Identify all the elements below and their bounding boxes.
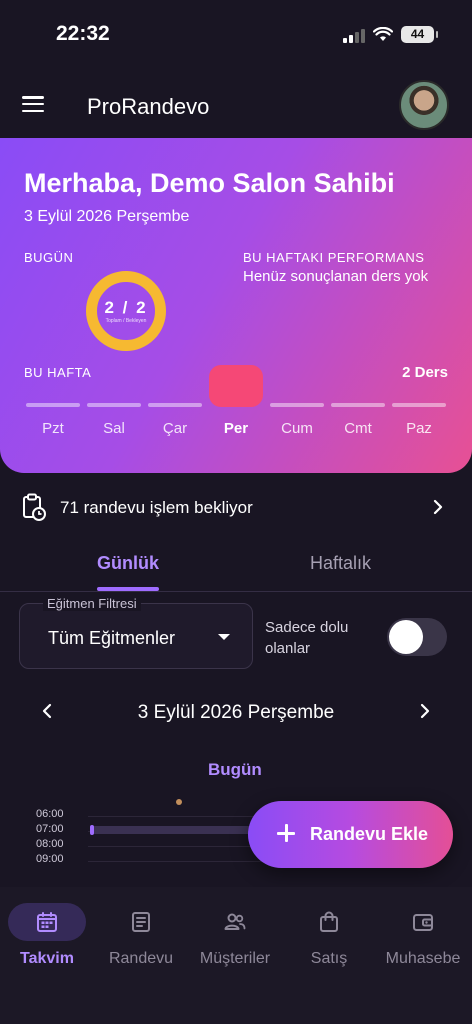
- week-label: BU HAFTA: [24, 365, 92, 380]
- wifi-icon: [373, 27, 393, 41]
- day-bar: [87, 403, 141, 407]
- add-appointment-label: Randevu Ekle: [310, 824, 429, 844]
- performance-label: BU HAFTAKI PERFORMANS: [243, 250, 425, 265]
- chevron-right-icon: [433, 499, 443, 515]
- today-label: BUGÜN: [24, 250, 74, 265]
- nav-label: Satış: [310, 950, 348, 967]
- nav-label: Randevu: [108, 950, 174, 967]
- date-navigator: 3 Eylül 2026 Perşembe: [0, 692, 472, 732]
- appointment-block[interactable]: [91, 826, 261, 834]
- week-days: Pzt Sal Çar Per Cum Cmt Paz: [26, 365, 446, 453]
- day-label: Çar: [162, 420, 188, 437]
- time-label: 09:00: [36, 853, 64, 865]
- wallet-icon: [413, 914, 433, 931]
- people-icon: [224, 913, 246, 930]
- summary-card: Merhaba, Demo Salon Sahibi 3 Eylül 2026 …: [0, 138, 472, 473]
- battery-indicator: 44: [401, 26, 438, 43]
- day-label: Cum: [281, 420, 313, 437]
- day-label: Cmt: [344, 420, 372, 437]
- day-cum[interactable]: Cum: [270, 383, 324, 453]
- nav-appointments[interactable]: Randevu: [94, 903, 188, 993]
- nav-label: Müşteriler: [199, 950, 271, 967]
- today-tag: Bugün: [208, 760, 262, 779]
- view-tabs: Günlük Haftalık: [0, 540, 472, 592]
- hero-date: 3 Eylül 2026 Perşembe: [24, 208, 190, 225]
- instructor-filter-dropdown[interactable]: Tüm Eğitmenler: [19, 603, 253, 669]
- only-booked-toggle[interactable]: [387, 618, 447, 656]
- nav-label: Takvim: [20, 950, 74, 967]
- status-bar: 22:32 44: [0, 0, 472, 70]
- ring-subtitle: Toplam / Bekleyen: [105, 318, 147, 324]
- time-label: 08:00: [36, 838, 64, 850]
- day-pzt[interactable]: Pzt: [26, 383, 80, 453]
- greeting: Merhaba, Demo Salon Sahibi: [24, 168, 395, 198]
- nav-sales[interactable]: Satış: [282, 903, 376, 993]
- nav-customers[interactable]: Müşteriler: [188, 903, 282, 993]
- nav-accounting[interactable]: Muhasebe: [376, 903, 470, 993]
- signal-icon: [343, 27, 365, 43]
- toggle-knob: [389, 620, 423, 654]
- menu-icon[interactable]: [22, 96, 44, 112]
- performance-text: Henüz sonuçlanan ders yok: [243, 268, 429, 285]
- tab-weekly[interactable]: Haftalık: [310, 553, 371, 574]
- avatar[interactable]: [399, 80, 449, 130]
- day-per[interactable]: Per: [209, 365, 263, 453]
- list-icon: [132, 912, 150, 932]
- plus-icon: [276, 823, 296, 843]
- filter-value: Tüm Eğitmenler: [48, 628, 176, 648]
- today-progress-ring: 2 / 2 Toplam / Bekleyen: [86, 271, 166, 351]
- add-appointment-button[interactable]: Randevu Ekle: [248, 801, 453, 868]
- day-car[interactable]: Çar: [148, 383, 202, 453]
- day-bar-active: [209, 365, 263, 407]
- pending-appointments-row[interactable]: 71 randevu işlem bekliyor: [0, 485, 472, 531]
- time-label: 07:00: [36, 823, 64, 835]
- week-count: 2 Ders: [402, 364, 448, 381]
- bottom-navigation: Takvim Randevu Müşteriler Satış Muhasebe: [0, 887, 472, 1024]
- nav-calendar[interactable]: Takvim: [0, 903, 94, 993]
- status-time: 22:32: [56, 22, 110, 45]
- status-icons: 44: [343, 26, 438, 43]
- app-title: ProRandevo: [87, 94, 210, 119]
- ring-value: 2 / 2: [104, 298, 148, 317]
- day-label: Paz: [406, 420, 432, 437]
- day-label: Per: [223, 420, 249, 437]
- selected-date: 3 Eylül 2026 Perşembe: [137, 702, 335, 723]
- shopping-bag-icon: [320, 911, 338, 932]
- day-bar: [26, 403, 80, 407]
- chevron-right-icon[interactable]: [420, 703, 430, 719]
- day-paz[interactable]: Paz: [392, 383, 446, 453]
- day-bar: [331, 403, 385, 407]
- day-bar: [148, 403, 202, 407]
- tab-underline: [97, 587, 159, 591]
- day-cmt[interactable]: Cmt: [331, 383, 385, 453]
- clipboard-clock-icon: [23, 493, 46, 521]
- day-label: Pzt: [42, 420, 64, 437]
- pending-text: 71 randevu işlem bekliyor: [60, 498, 253, 517]
- now-marker: [176, 799, 182, 805]
- filter-legend: Eğitmen Filtresi: [43, 596, 141, 611]
- day-sal[interactable]: Sal: [87, 383, 141, 453]
- day-bar: [392, 403, 446, 407]
- caret-down-icon: [218, 634, 230, 640]
- appointment-marker: [90, 825, 94, 835]
- day-label: Sal: [103, 420, 125, 437]
- app-header: ProRandevo: [0, 70, 472, 138]
- only-booked-label: Sadece dolu olanlar: [265, 619, 349, 657]
- tab-daily[interactable]: Günlük: [97, 553, 159, 574]
- nav-label: Muhasebe: [385, 950, 461, 967]
- time-label: 06:00: [36, 808, 64, 820]
- calendar-icon: [37, 912, 57, 932]
- day-bar: [270, 403, 324, 407]
